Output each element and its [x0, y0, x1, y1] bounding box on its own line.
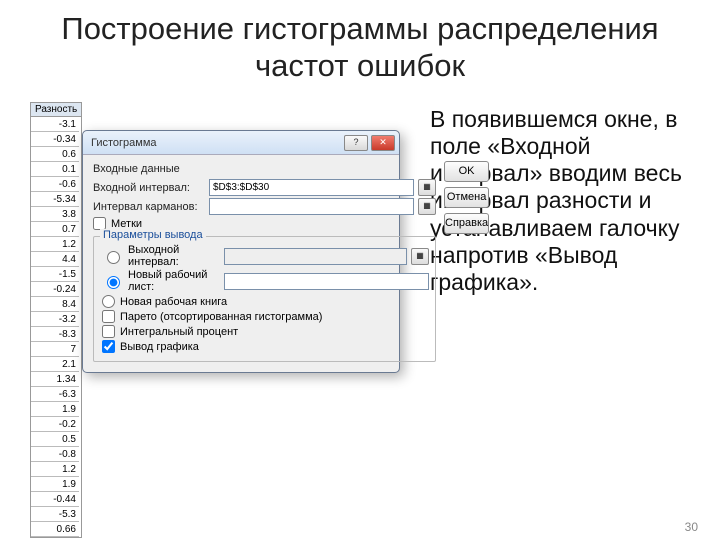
cell[interactable]: 0.7 [31, 222, 79, 237]
cell[interactable]: 4.4 [31, 252, 79, 267]
cell[interactable]: -1.5 [31, 267, 79, 282]
cell[interactable]: 7 [31, 342, 79, 357]
new-worksheet-radio[interactable] [107, 276, 120, 289]
range-picker-icon[interactable]: ▦ [418, 198, 436, 215]
chart-output-label: Вывод графика [120, 341, 199, 353]
output-section-label: Параметры вывода [100, 229, 206, 241]
cell[interactable]: -5.3 [31, 507, 79, 522]
cell[interactable]: -0.44 [31, 492, 79, 507]
new-workbook-label: Новая рабочая книга [120, 296, 227, 308]
output-options-group: Параметры вывода Выходной интервал: ▦ Но… [93, 236, 436, 362]
cell[interactable]: 1.9 [31, 402, 79, 417]
labels-checkbox-label: Метки [111, 218, 142, 230]
pareto-label: Парето (отсортированная гистограмма) [120, 311, 322, 323]
new-worksheet-field[interactable] [224, 273, 429, 290]
cell[interactable]: -8.3 [31, 327, 79, 342]
cell[interactable]: -5.34 [31, 192, 79, 207]
cell[interactable]: 0.5 [31, 432, 79, 447]
spreadsheet-column: Разность -3.1-0.340.60.1-0.6-5.343.80.71… [30, 102, 82, 538]
cell[interactable]: 0.1 [31, 162, 79, 177]
input-range-label: Входной интервал: [93, 182, 205, 194]
cell[interactable]: -0.2 [31, 417, 79, 432]
cell[interactable]: 0.66 [31, 522, 79, 537]
help-window-button[interactable]: ? [344, 135, 368, 151]
ok-button[interactable]: OK [444, 161, 489, 182]
slide-title: Построение гистограммы распределения час… [30, 10, 690, 84]
dialog-title: Гистограмма [91, 137, 157, 149]
close-icon[interactable]: ✕ [371, 135, 395, 151]
cell[interactable]: 3.8 [31, 207, 79, 222]
cell[interactable]: 1.2 [31, 462, 79, 477]
cell[interactable]: -0.6 [31, 177, 79, 192]
range-picker-icon[interactable]: ▦ [418, 179, 436, 196]
help-button[interactable]: Справка [444, 213, 489, 234]
cancel-button[interactable]: Отмена [444, 187, 489, 208]
cumulative-checkbox[interactable] [102, 325, 115, 338]
cell[interactable]: -0.34 [31, 132, 79, 147]
pareto-checkbox[interactable] [102, 310, 115, 323]
output-range-radio[interactable] [107, 251, 120, 264]
chart-output-checkbox[interactable] [102, 340, 115, 353]
new-workbook-radio[interactable] [102, 295, 115, 308]
cell[interactable]: -6.3 [31, 387, 79, 402]
cell[interactable]: 1.34 [31, 372, 79, 387]
cell[interactable]: -0.24 [31, 282, 79, 297]
cell[interactable]: 0.6 [31, 147, 79, 162]
range-picker-icon[interactable]: ▦ [411, 248, 429, 265]
input-section-label: Входные данные [93, 163, 436, 175]
page-number: 30 [685, 520, 698, 534]
cell[interactable]: 8.4 [31, 297, 79, 312]
cumulative-label: Интегральный процент [120, 326, 238, 338]
cell[interactable]: -3.2 [31, 312, 79, 327]
dialog-titlebar[interactable]: Гистограмма ? ✕ [83, 131, 399, 155]
histogram-dialog: Гистограмма ? ✕ Входные данные Входной и… [82, 130, 400, 373]
cell[interactable]: 2.1 [31, 357, 79, 372]
output-range-label: Выходной интервал: [128, 244, 220, 268]
input-range-field[interactable] [209, 179, 414, 196]
column-header: Разность [31, 103, 81, 117]
cell[interactable]: -0.8 [31, 447, 79, 462]
bin-range-field[interactable] [209, 198, 414, 215]
new-worksheet-label: Новый рабочий лист: [128, 269, 220, 293]
cell[interactable]: 1.2 [31, 237, 79, 252]
output-range-field [224, 248, 407, 265]
bin-range-label: Интервал карманов: [93, 201, 205, 213]
cell[interactable]: 1.9 [31, 477, 79, 492]
cell[interactable]: -3.1 [31, 117, 79, 132]
